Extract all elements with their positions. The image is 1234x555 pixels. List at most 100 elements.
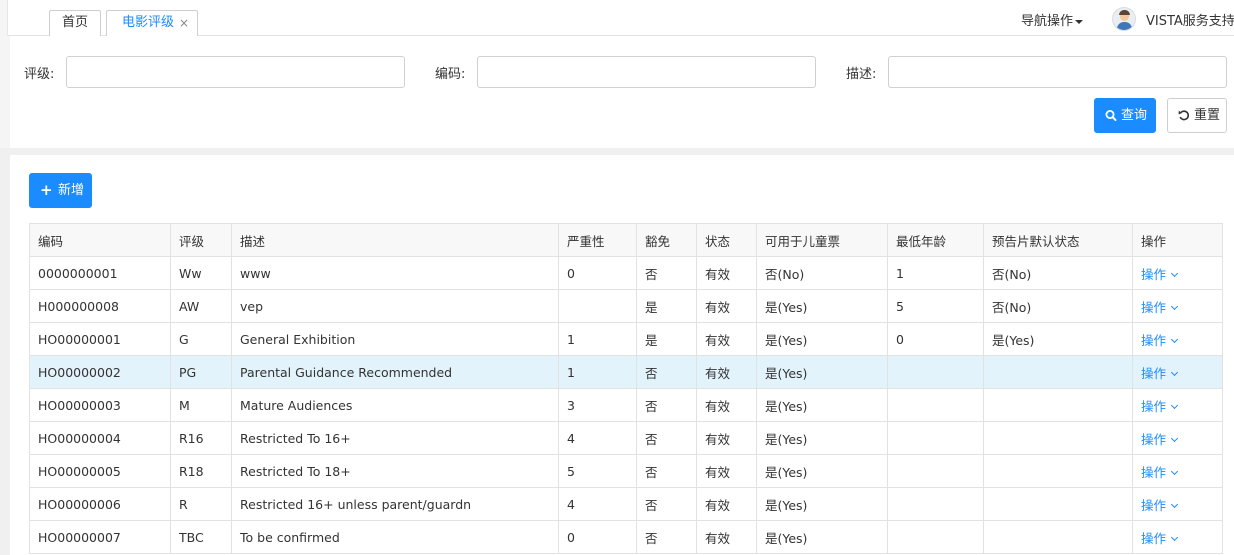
code-input[interactable] (477, 56, 816, 88)
cell-child: 是(Yes) (756, 454, 888, 488)
cell-trailer: 否(No) (983, 289, 1133, 323)
query-label: 查询 (1121, 108, 1148, 123)
row-ops-dropdown[interactable]: 操作 (1141, 431, 1179, 447)
table-row[interactable]: HO00000006 R Restricted 16+ unless parent/… (29, 487, 1223, 521)
cell-rating: R16 (170, 421, 232, 455)
refresh-icon (1178, 99, 1190, 145)
cell-desc: To be confirmed (231, 520, 559, 554)
cell-child: 是(Yes) (756, 421, 888, 455)
tab-close-icon[interactable]: × (179, 11, 189, 35)
cell-trailer: 否(No) (983, 256, 1133, 290)
cell-ops: 操作 (1132, 322, 1223, 356)
tab-movie-rating[interactable]: 电影评级 × (106, 10, 198, 36)
cell-rating: Ww (170, 256, 232, 290)
cell-status: 有效 (696, 256, 757, 290)
col-header-rating[interactable]: 评级 (170, 223, 232, 257)
col-header-severity[interactable]: 严重性 (558, 223, 637, 257)
reset-button[interactable]: 重置 (1167, 98, 1227, 133)
cell-code: HO00000006 (29, 487, 171, 521)
col-header-exempt[interactable]: 豁免 (636, 223, 697, 257)
cell-code: HO00000004 (29, 421, 171, 455)
cell-exempt: 否 (636, 256, 697, 290)
table-row[interactable]: HO00000007 TBC To be confirmed 0 否有效 是(Yes) 操作 (29, 520, 1223, 554)
cell-child: 是(Yes) (756, 289, 888, 323)
desc-input[interactable] (888, 56, 1227, 88)
row-ops-dropdown[interactable]: 操作 (1141, 300, 1179, 315)
caret-down-icon (1075, 19, 1084, 24)
nav-ops-dropdown[interactable]: 导航操作 (1021, 10, 1084, 29)
row-ops-dropdown[interactable]: 操作 (1141, 497, 1179, 513)
col-header-code[interactable]: 编码 (29, 223, 171, 257)
table-row[interactable]: HO00000003 M Mature Audiences 3 否有效 是(Yes) 操作 (29, 388, 1223, 422)
user-menu[interactable]: VISTA服务支持 (1146, 10, 1234, 29)
cell-child: 是(Yes) (756, 520, 888, 554)
row-ops-dropdown[interactable]: 操作 (1141, 332, 1179, 348)
main-panel: + 新增 编码 评级 描述 严重性 豁免 状态 可用于儿童票 最低年龄 预告片默… (10, 155, 1234, 555)
col-header-desc[interactable]: 描述 (231, 223, 559, 257)
cell-min-age: 0 (887, 322, 984, 356)
cell-status: 有效 (696, 289, 757, 323)
cell-desc: Restricted 16+ unless parent/guardn (231, 487, 559, 521)
rating-input[interactable] (66, 56, 405, 88)
table-row[interactable]: HO00000004 R16 Restricted To 16+ 4 否有效 是(Yes)… (29, 421, 1223, 455)
chevron-down-icon (1170, 533, 1179, 541)
user-name-label: VISTA服务支持 (1146, 14, 1234, 29)
cell-severity: 0 (558, 256, 637, 290)
table-row[interactable]: H000000008 AW vep 是有效 是(Yes) 5 否(No) 操作 (29, 289, 1223, 323)
cell-trailer (983, 487, 1133, 521)
table-row[interactable]: HO00000001 G General Exhibition 1 是有效 是(Yes) 0… (29, 322, 1223, 356)
cell-code: HO00000005 (29, 454, 171, 488)
rating-label: 评级: (24, 67, 55, 82)
cell-severity: 1 (558, 322, 637, 356)
col-header-status[interactable]: 状态 (696, 223, 757, 257)
row-ops-label: 操作 (1141, 464, 1167, 480)
cell-child: 否(No) (756, 256, 888, 290)
cell-ops: 操作 (1132, 388, 1223, 422)
cell-status: 有效 (696, 322, 757, 356)
table-row[interactable]: 0000000001 Ww www 0 否有效 否(No) 1 否(No) 操作 (29, 256, 1223, 290)
table-header-row: 编码 评级 描述 严重性 豁免 状态 可用于儿童票 最低年龄 预告片默认状态 操… (29, 223, 1223, 257)
cell-exempt: 否 (636, 388, 697, 422)
chevron-down-icon (1170, 401, 1179, 409)
cell-desc: vep (231, 289, 559, 323)
cell-rating: G (170, 322, 232, 356)
add-button[interactable]: + 新增 (29, 173, 92, 208)
chevron-down-icon (1170, 467, 1179, 475)
cell-min-age: 1 (887, 256, 984, 290)
chevron-down-icon (1170, 434, 1179, 442)
row-ops-label: 操作 (1141, 431, 1167, 447)
cell-exempt: 否 (636, 487, 697, 521)
row-ops-dropdown[interactable]: 操作 (1141, 399, 1179, 414)
row-ops-dropdown[interactable]: 操作 (1141, 366, 1179, 381)
desc-label: 描述: (846, 67, 877, 82)
plus-icon: + (40, 181, 53, 199)
row-ops-label: 操作 (1141, 497, 1167, 513)
col-header-min-age[interactable]: 最低年龄 (887, 223, 984, 257)
cell-exempt: 否 (636, 355, 697, 389)
avatar[interactable] (1112, 7, 1136, 31)
cell-rating: M (170, 388, 232, 422)
cell-severity: 5 (558, 454, 637, 488)
tab-home[interactable]: 首页 (49, 10, 101, 36)
cell-status: 有效 (696, 520, 757, 554)
table-row[interactable]: HO00000005 R18 Restricted To 18+ 5 否有效 是(Yes)… (29, 454, 1223, 488)
cell-status: 有效 (696, 355, 757, 389)
cell-trailer (983, 388, 1133, 422)
search-icon (1105, 99, 1117, 145)
cell-code: 0000000001 (29, 256, 171, 290)
cell-min-age (887, 355, 984, 389)
table-row[interactable]: HO00000002 PG Parental Guidance Recommende… (29, 355, 1223, 389)
col-header-child[interactable]: 可用于儿童票 (756, 223, 888, 257)
row-ops-label: 操作 (1141, 332, 1167, 348)
cell-severity: 4 (558, 421, 637, 455)
row-ops-dropdown[interactable]: 操作 (1141, 266, 1179, 282)
col-header-trailer[interactable]: 预告片默认状态 (983, 223, 1133, 257)
chevron-down-icon (1170, 500, 1179, 508)
cell-severity: 1 (558, 355, 637, 389)
row-ops-dropdown[interactable]: 操作 (1141, 464, 1179, 480)
tab-movie-rating-label: 电影评级 (122, 15, 175, 30)
query-button[interactable]: 查询 (1094, 98, 1156, 133)
row-ops-dropdown[interactable]: 操作 (1141, 531, 1179, 546)
row-ops-label: 操作 (1141, 266, 1167, 282)
cell-trailer (983, 454, 1133, 488)
